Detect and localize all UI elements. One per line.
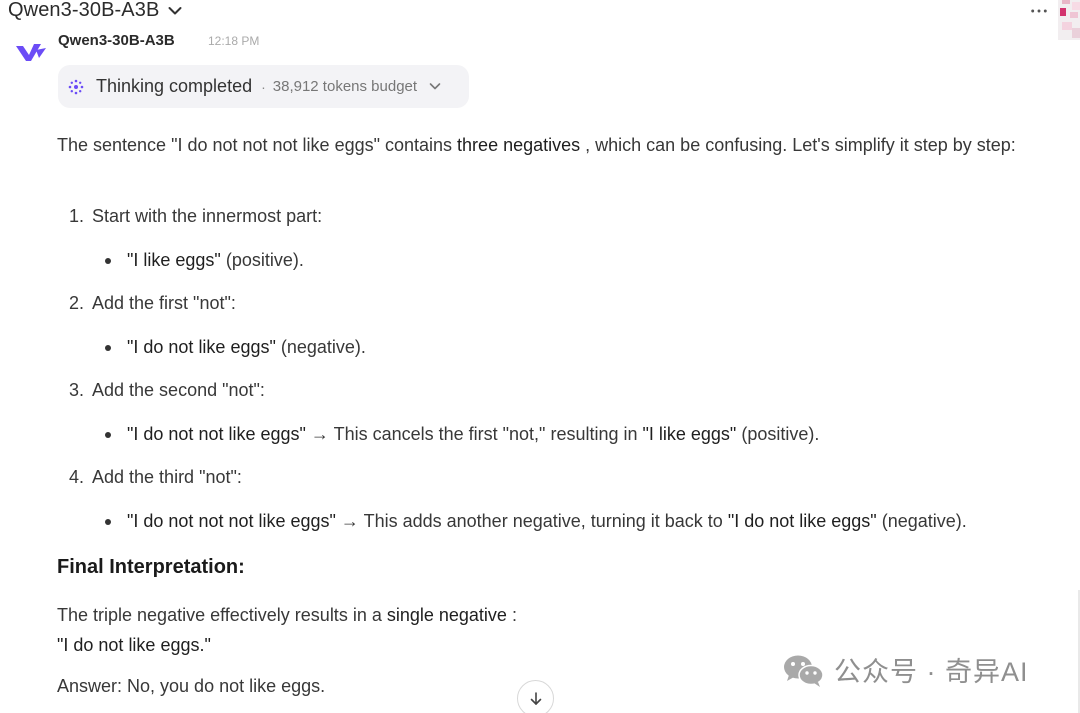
conclusion-text: The triple negative effectively results …	[57, 605, 387, 625]
conclusion-text-end: :	[506, 605, 517, 625]
step-number: 4.	[68, 467, 84, 487]
conclusion-highlight: single negative	[386, 605, 507, 625]
watermark-text: 公众号 · 奇异AI	[834, 657, 1029, 687]
step-item: 1. Start with the innermost part:	[57, 206, 322, 227]
quote-text: "I do not like eggs"	[727, 511, 877, 531]
bullet-dot	[105, 519, 111, 525]
chat-page: Qwen3-30B-A3B Qwen3-30B-A3B 12:18 PM Thi…	[0, 0, 1080, 713]
thinking-label: Thinking completed	[96, 76, 253, 96]
bullet-dot	[105, 345, 111, 351]
step-title: Add the second "not":	[92, 380, 265, 400]
assistant-header: Qwen3-30B-A3B 12:18 PM	[14, 32, 259, 62]
bullet-rest: (positive).	[220, 250, 304, 270]
conclusion-paragraph: The triple negative effectively results …	[57, 600, 517, 660]
chevron-down-icon	[429, 83, 441, 90]
intro-text: The sentence "I do not not not like eggs…	[57, 135, 458, 155]
more-icon[interactable]	[1030, 8, 1048, 14]
bullet-text: "I do not like eggs" (negative).	[127, 337, 366, 358]
bullet-mid: → This adds another negative, turning it…	[335, 511, 728, 531]
step-title: Add the first "not":	[92, 293, 236, 313]
step-number: 1.	[68, 206, 84, 226]
bullet-rest: (negative).	[876, 511, 967, 531]
step-title: Add the third "not":	[92, 467, 242, 487]
avatar[interactable]	[1058, 0, 1080, 40]
thinking-toggle[interactable]: Thinking completed · 38,912 tokens budge…	[58, 65, 469, 108]
bullet-rest: (positive).	[736, 424, 820, 444]
bullet-rest: (negative).	[275, 337, 366, 357]
quote-text: "I like eggs"	[127, 250, 221, 270]
qwen-logo-icon	[16, 44, 46, 61]
quote-text: "I do not not not like eggs"	[127, 511, 336, 531]
bullet-dot	[105, 432, 111, 438]
step-item: 4. Add the third "not":	[57, 467, 242, 488]
message-timestamp: 12:18 PM	[208, 34, 260, 48]
scroll-to-bottom-button[interactable]	[517, 680, 554, 713]
step-number: 2.	[68, 293, 84, 313]
intro-paragraph: The sentence "I do not not not like eggs…	[57, 130, 1042, 160]
token-budget: 38,912 tokens budget	[272, 78, 418, 95]
separator: ·	[261, 78, 266, 95]
sparkle-icon	[68, 79, 84, 94]
model-selector[interactable]: Qwen3-30B-A3B	[8, 0, 182, 22]
step-item: 3. Add the second "not":	[57, 380, 265, 401]
wechat-icon	[784, 655, 824, 687]
bullet-text: "I like eggs" (positive).	[127, 250, 304, 271]
bullet-text: "I do not not not like eggs" → This adds…	[127, 511, 967, 532]
step-number: 3.	[68, 380, 84, 400]
arrow-down-icon	[530, 691, 541, 705]
quote-text: "I like eggs"	[642, 424, 737, 444]
bullet-text: "I do not not like eggs" → This cancels …	[127, 424, 819, 445]
section-heading: Final Interpretation:	[57, 556, 245, 578]
step-title: Start with the innermost part:	[92, 206, 323, 226]
bullet-dot	[105, 258, 111, 264]
intro-highlight: three negatives	[457, 135, 581, 155]
conclusion-quote: "I do not like eggs."	[57, 635, 211, 655]
watermark: 公众号 · 奇异AI	[782, 650, 1029, 689]
quote-text: "I do not not like eggs"	[127, 424, 306, 444]
quote-text: "I do not like eggs"	[127, 337, 276, 357]
chevron-down-icon	[168, 6, 182, 14]
bullet-mid: → This cancels the first "not," resultin…	[305, 424, 643, 444]
top-bar: Qwen3-30B-A3B	[0, 0, 1080, 40]
model-name: Qwen3-30B-A3B	[8, 0, 160, 21]
assistant-name: Qwen3-30B-A3B	[58, 32, 175, 49]
answer-text: Answer: No, you do not like eggs.	[57, 676, 326, 696]
intro-text-end: , which can be confusing. Let's simplify…	[580, 135, 1016, 155]
step-item: 2. Add the first "not":	[57, 293, 236, 314]
